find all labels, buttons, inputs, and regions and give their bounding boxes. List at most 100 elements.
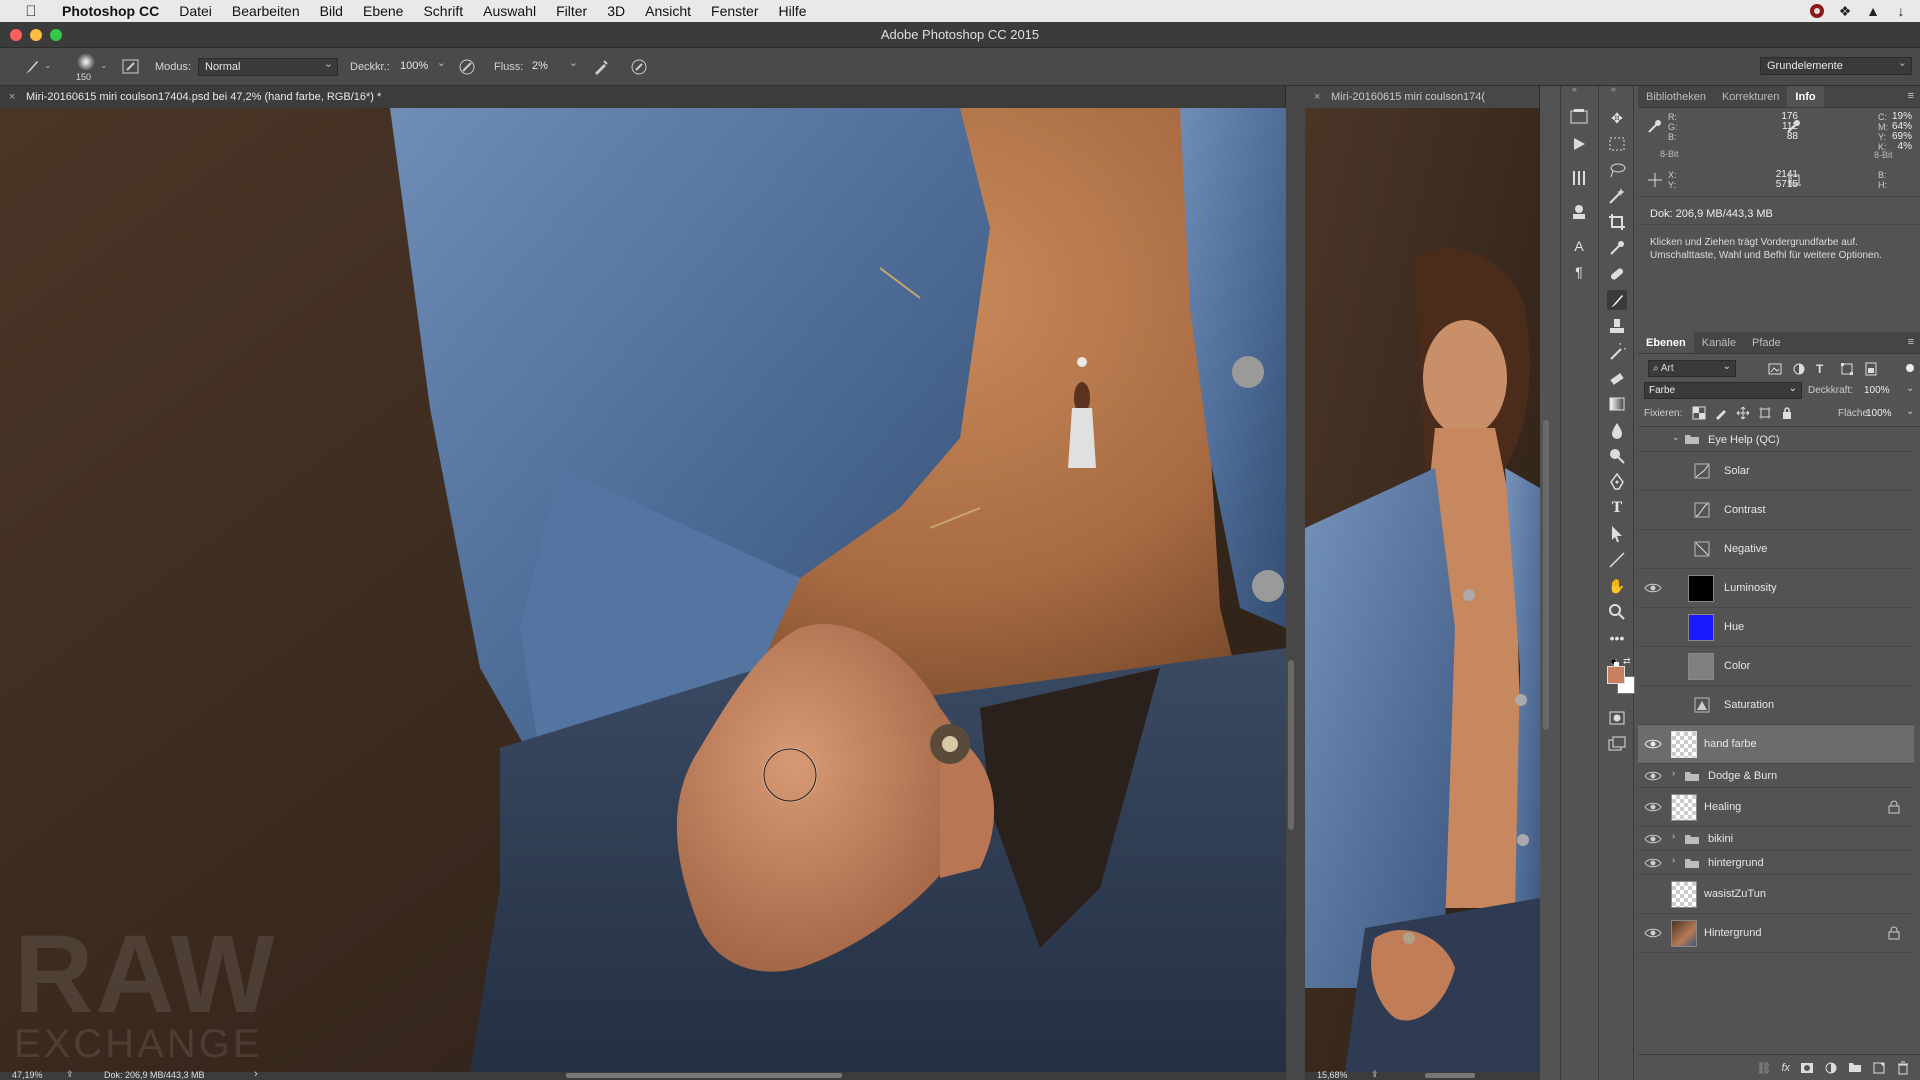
- tab-info[interactable]: Info: [1787, 86, 1824, 107]
- canvas-vertical-scrollbar[interactable]: [1288, 660, 1294, 830]
- brush-tool-icon[interactable]: [22, 58, 42, 76]
- paragraph-panel-icon[interactable]: ¶: [1569, 262, 1589, 282]
- visibility-eye-icon[interactable]: [1644, 926, 1662, 940]
- zoom-window-button[interactable]: [50, 29, 62, 41]
- menu-hilfe[interactable]: Hilfe: [779, 3, 807, 19]
- menu-datei[interactable]: Datei: [179, 3, 212, 19]
- quick-mask-icon[interactable]: [1607, 708, 1627, 728]
- group-collapse-icon[interactable]: ›: [1672, 831, 1675, 841]
- line-tool-icon[interactable]: [1607, 550, 1627, 570]
- new-layer-icon[interactable]: [1872, 1061, 1886, 1075]
- minimize-window-button[interactable]: [30, 29, 42, 41]
- clone-stamp-tool-icon[interactable]: [1607, 316, 1627, 336]
- brush-preview-icon[interactable]: [76, 52, 96, 72]
- tool-preset-chevron-icon[interactable]: ⌄: [44, 60, 52, 71]
- marquee-tool-icon[interactable]: [1607, 134, 1627, 154]
- menu-filter[interactable]: Filter: [556, 3, 587, 19]
- pressure-size-icon[interactable]: [630, 58, 648, 76]
- lock-image-pixels-icon[interactable]: [1714, 406, 1728, 420]
- lock-transparent-pixels-icon[interactable]: [1692, 406, 1706, 420]
- brush-settings-icon[interactable]: [1569, 168, 1589, 188]
- dropbox-icon[interactable]: ❖: [1836, 2, 1854, 20]
- record-status-icon[interactable]: [1808, 2, 1826, 20]
- workspace-select[interactable]: Grundelemente: [1760, 55, 1912, 75]
- filter-adjustment-layers-icon[interactable]: [1792, 362, 1806, 376]
- close-tab-icon[interactable]: ×: [1314, 86, 1320, 108]
- layer-row-bikini[interactable]: › bikini: [1638, 827, 1914, 851]
- history-brush-tool-icon[interactable]: [1607, 342, 1627, 362]
- export-icon[interactable]: ⇪: [66, 1069, 74, 1080]
- brush-picker-chevron-icon[interactable]: ⌄: [100, 60, 108, 71]
- filter-type-layers-icon[interactable]: T: [1816, 362, 1830, 376]
- menu-app[interactable]: Photoshop CC: [62, 3, 159, 19]
- layer-row-hand-farbe[interactable]: hand farbe: [1638, 725, 1914, 764]
- toolbar-collapse-icon[interactable]: «: [1611, 84, 1616, 94]
- layer-row-eye-help[interactable]: ⌄ Eye Help (QC): [1638, 428, 1914, 452]
- group-collapse-icon[interactable]: ›: [1672, 768, 1675, 778]
- actions-play-icon[interactable]: [1569, 134, 1589, 154]
- layer-row-hue[interactable]: Hue: [1638, 608, 1914, 647]
- lock-position-icon[interactable]: [1736, 406, 1750, 420]
- zoom-tool-icon[interactable]: [1607, 602, 1627, 622]
- tab-korrekturen[interactable]: Korrekturen: [1714, 86, 1787, 107]
- status-expand-arrow[interactable]: ›: [254, 1068, 258, 1080]
- visibility-eye-icon[interactable]: [1644, 832, 1662, 846]
- zoom-level[interactable]: 47,19%: [12, 1070, 43, 1080]
- document-canvas[interactable]: RAW EXCHANGE: [0, 108, 1286, 1072]
- foreground-color-swatch[interactable]: [1607, 666, 1625, 684]
- lasso-tool-icon[interactable]: [1607, 160, 1627, 180]
- fill-value[interactable]: 100%: [1866, 408, 1892, 419]
- rgb-eyedropper-icon[interactable]: [1647, 118, 1663, 134]
- path-selection-tool-icon[interactable]: [1607, 524, 1627, 544]
- overview-horizontal-scrollbar[interactable]: [1425, 1073, 1475, 1078]
- lock-artboard-icon[interactable]: [1758, 406, 1772, 420]
- close-tab-icon[interactable]: ×: [9, 86, 15, 108]
- add-mask-icon[interactable]: [1800, 1061, 1814, 1075]
- pen-tool-icon[interactable]: [1607, 472, 1627, 492]
- menu-bild[interactable]: Bild: [320, 3, 343, 19]
- menu-fenster[interactable]: Fenster: [711, 3, 758, 19]
- tab-kanaele[interactable]: Kanäle: [1694, 332, 1744, 353]
- filter-smart-objects-icon[interactable]: [1864, 362, 1878, 376]
- clone-source-icon[interactable]: [1569, 202, 1589, 222]
- apple-menu-icon[interactable]: : [20, 3, 42, 20]
- visibility-eye-icon[interactable]: [1644, 581, 1662, 595]
- menu-ansicht[interactable]: Ansicht: [645, 3, 691, 19]
- filter-toggle-switch[interactable]: [1906, 364, 1914, 372]
- info-panel-menu-icon[interactable]: ≡: [1908, 90, 1914, 102]
- filter-pixel-layers-icon[interactable]: [1768, 362, 1782, 376]
- magic-wand-tool-icon[interactable]: [1607, 186, 1627, 206]
- airbrush-icon[interactable]: [592, 58, 610, 76]
- layer-row-contrast[interactable]: Contrast: [1638, 491, 1914, 530]
- menu-auswahl[interactable]: Auswahl: [483, 3, 536, 19]
- layer-row-saturation[interactable]: Saturation: [1638, 686, 1914, 725]
- layer-row-healing[interactable]: Healing: [1638, 788, 1914, 827]
- history-panel-icon[interactable]: [1569, 106, 1589, 126]
- layer-row-hintergrund[interactable]: Hintergrund: [1638, 914, 1914, 953]
- character-panel-icon[interactable]: A: [1569, 236, 1589, 256]
- layer-opacity-value[interactable]: 100%: [1864, 385, 1890, 396]
- filter-shape-layers-icon[interactable]: [1840, 362, 1854, 376]
- layer-row-solar[interactable]: Solar: [1638, 452, 1914, 491]
- layer-style-fx-icon[interactable]: fx: [1781, 1062, 1790, 1074]
- menu-schrift[interactable]: Schrift: [423, 3, 463, 19]
- layer-row-color[interactable]: Color: [1638, 647, 1914, 686]
- document-tab-secondary[interactable]: × Miri-20160615 miri coulson174(: [1305, 86, 1540, 108]
- export-icon-2[interactable]: ⇪: [1371, 1069, 1379, 1080]
- new-group-icon[interactable]: [1848, 1061, 1862, 1075]
- new-adjustment-layer-icon[interactable]: [1824, 1061, 1838, 1075]
- canvas-horizontal-scrollbar[interactable]: [566, 1073, 842, 1078]
- brush-panel-toggle-icon[interactable]: [122, 58, 140, 76]
- visibility-eye-icon[interactable]: [1644, 856, 1662, 870]
- cmyk-eyedropper-icon[interactable]: [1786, 118, 1802, 134]
- download-icon[interactable]: ↓: [1892, 2, 1910, 20]
- layers-panel-menu-icon[interactable]: ≡: [1908, 336, 1914, 348]
- secondary-canvas[interactable]: [1305, 108, 1540, 1072]
- default-colors-icon[interactable]: [1610, 658, 1619, 667]
- zoom-level-2[interactable]: 15,68%: [1317, 1070, 1348, 1080]
- drive-icon[interactable]: ▲: [1864, 2, 1882, 20]
- overview-vertical-scrollbar[interactable]: [1543, 420, 1549, 730]
- fill-chevron-icon[interactable]: ⌄: [1906, 406, 1914, 417]
- mode-select[interactable]: Normal: [198, 56, 338, 76]
- group-expand-icon[interactable]: ⌄: [1672, 432, 1680, 443]
